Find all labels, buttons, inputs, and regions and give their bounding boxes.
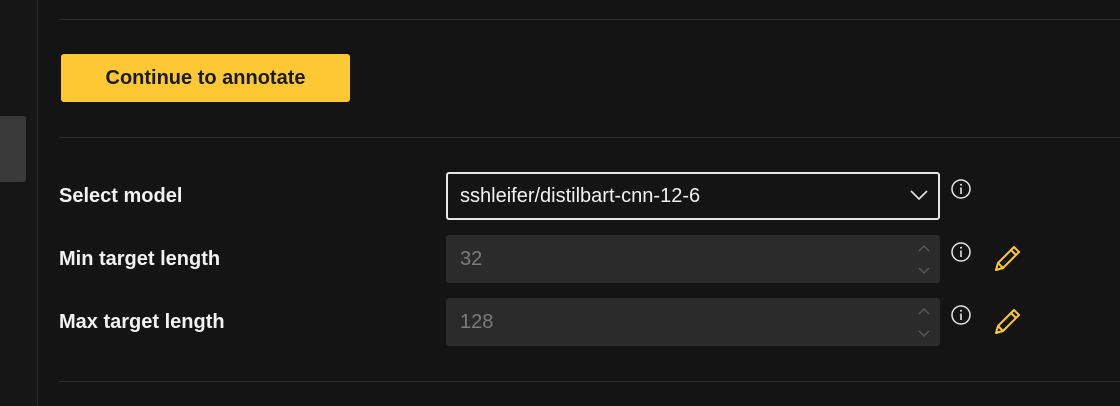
info-icon[interactable] [950, 241, 972, 263]
min-target-length-value: 32 [460, 248, 483, 270]
select-model-label: Select model [59, 185, 183, 207]
settings-panel: Continue to annotate Select model sshlei… [0, 0, 1120, 406]
bottom-divider [59, 381, 1120, 382]
max-target-length-input[interactable]: 128 [446, 298, 940, 346]
info-icon[interactable] [950, 304, 972, 326]
info-icon[interactable] [950, 178, 972, 200]
max-target-length-label: Max target length [59, 311, 225, 333]
top-divider [59, 19, 1120, 20]
min-target-length-input[interactable]: 32 [446, 235, 940, 283]
min-target-length-label: Min target length [59, 248, 221, 270]
pencil-icon[interactable] [990, 242, 1024, 276]
pencil-icon[interactable] [990, 305, 1024, 339]
model-select-value: sshleifer/distilbart-cnn-12-6 [460, 185, 701, 207]
max-target-length-value: 128 [460, 311, 494, 333]
scrollbar-thumb[interactable] [0, 116, 26, 182]
number-stepper-icon[interactable] [916, 302, 932, 342]
middle-divider [59, 137, 1120, 138]
sidebar-scroll-track [0, 0, 38, 406]
continue-to-annotate-button[interactable]: Continue to annotate [61, 54, 350, 102]
number-stepper-icon[interactable] [916, 239, 932, 279]
model-select[interactable]: sshleifer/distilbart-cnn-12-6 [446, 172, 940, 220]
chevron-down-icon [910, 190, 928, 201]
